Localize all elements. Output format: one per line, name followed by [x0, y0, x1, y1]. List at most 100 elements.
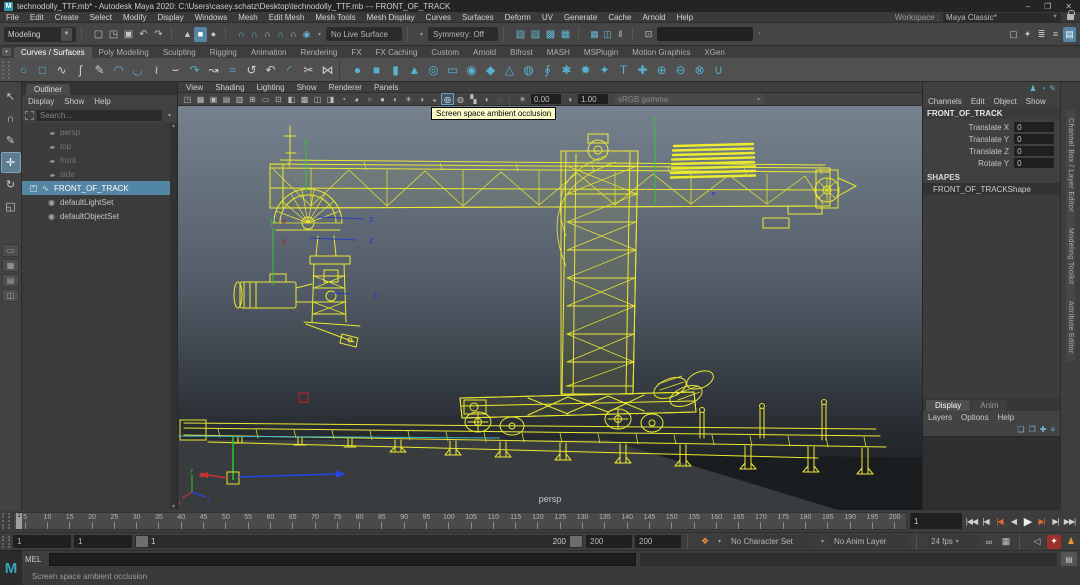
- bookmarks-icon[interactable]: ▤: [220, 93, 233, 105]
- cut-curve-icon[interactable]: ✂: [299, 60, 318, 79]
- group-separator[interactable]: [407, 27, 412, 42]
- go-to-end-button[interactable]: ▶▶|: [1063, 514, 1076, 529]
- new-scene-icon[interactable]: ▢: [91, 27, 106, 42]
- step-back-key-button[interactable]: |◀: [993, 514, 1006, 529]
- range-start-handle[interactable]: [136, 536, 148, 547]
- dock-tab[interactable]: Modeling Toolkit: [1066, 220, 1075, 292]
- live-surface-field[interactable]: No Live Surface: [326, 27, 402, 41]
- type-tool-icon[interactable]: T: [614, 60, 633, 79]
- time-tick[interactable]: 80: [348, 513, 370, 529]
- layer-list-area[interactable]: [923, 436, 1060, 510]
- boolean-union-icon[interactable]: ⊕: [652, 60, 671, 79]
- nurbs-square-icon[interactable]: □: [33, 60, 52, 79]
- viewport-menu-item[interactable]: Shading: [215, 83, 244, 92]
- shelf-menu-button[interactable]: ▾: [2, 48, 11, 56]
- time-tick[interactable]: 35: [148, 513, 170, 529]
- expander-icon[interactable]: +: [30, 185, 37, 192]
- shelf-grip[interactable]: [2, 61, 10, 79]
- boolean-difference-icon[interactable]: ⊖: [671, 60, 690, 79]
- chevron-down-icon[interactable]: ▾: [165, 112, 174, 119]
- outliner-item[interactable]: + FRONT_OF_TRACK: [22, 181, 177, 195]
- film-gate-icon[interactable]: ▭: [259, 93, 272, 105]
- textured-mode-icon[interactable]: ◐: [389, 93, 402, 105]
- time-tick[interactable]: 145: [638, 513, 660, 529]
- layout-four-pane[interactable]: ▦: [2, 259, 19, 272]
- gamma-icon[interactable]: ◑: [563, 93, 576, 105]
- maximize-button[interactable]: ❐: [1044, 2, 1051, 11]
- layer-editor-menu-item[interactable]: Help: [998, 413, 1014, 422]
- outliner-item[interactable]: defaultLightSet: [22, 195, 177, 209]
- group-separator[interactable]: [578, 27, 583, 42]
- channel-box-toggle-icon[interactable]: ▤: [1063, 27, 1076, 42]
- viewport-menu-item[interactable]: Show: [297, 83, 317, 92]
- safe-title-icon[interactable]: ◨: [324, 93, 337, 105]
- view-transform-selector[interactable]: sRGB gamma ▾: [614, 94, 764, 105]
- grip-handle[interactable]: [2, 536, 10, 548]
- step-forward-key-button[interactable]: ▶|: [1035, 514, 1048, 529]
- move-tool[interactable]: ✛: [1, 152, 21, 173]
- layer-from-selected-icon[interactable]: ❐: [1029, 425, 1036, 434]
- playback-loop-icon[interactable]: ∞: [982, 535, 996, 549]
- use-all-lights-icon[interactable]: ☀: [402, 93, 415, 105]
- outliner-item[interactable]: defaultObjectSet: [22, 209, 177, 223]
- outliner-search-input[interactable]: [37, 110, 162, 121]
- chevron-down-icon[interactable]: ▾: [715, 538, 724, 545]
- time-tick[interactable]: 20: [81, 513, 103, 529]
- layout-outliner-persp[interactable]: ◫: [2, 289, 19, 302]
- time-tick[interactable]: 140: [616, 513, 638, 529]
- safe-action-icon[interactable]: ◫: [311, 93, 324, 105]
- scroll-down-icon[interactable]: ▼: [171, 504, 176, 510]
- animation-start-field[interactable]: 1: [13, 535, 71, 548]
- outliner-menu-item[interactable]: Show: [64, 97, 84, 106]
- empty-layer-icon[interactable]: ❏: [1017, 425, 1024, 434]
- select-by-hierarchy-icon[interactable]: ▲: [181, 27, 194, 42]
- channel-box-dock-icon[interactable]: ♟: [1029, 84, 1036, 93]
- menu-set-selector[interactable]: Modeling ▼: [4, 27, 76, 42]
- layer-editor-tab[interactable]: Anim: [971, 400, 1007, 411]
- filter-icon[interactable]: [25, 111, 34, 120]
- gamma-field[interactable]: 1.00: [578, 94, 608, 104]
- attach-curves-icon[interactable]: ≀: [147, 60, 166, 79]
- view-cube-icon[interactable]: ◳: [181, 93, 194, 105]
- offset-curve-icon[interactable]: ≈: [223, 60, 242, 79]
- boolean-intersect-icon[interactable]: ⊗: [690, 60, 709, 79]
- layer-dock-icon[interactable]: ◔: [1041, 84, 1046, 93]
- workspace-selector[interactable]: Maya Classic* ▼: [943, 13, 1061, 22]
- menu-item[interactable]: Select: [90, 13, 112, 22]
- shelf-tab[interactable]: XGen: [697, 47, 731, 58]
- channel-box-menu-item[interactable]: Channels: [928, 97, 962, 106]
- time-tick[interactable]: 50: [215, 513, 237, 529]
- select-by-component-icon[interactable]: ●: [207, 27, 220, 42]
- image-plane-icon[interactable]: ▥: [233, 93, 246, 105]
- time-tick[interactable]: 180: [794, 513, 816, 529]
- time-tick[interactable]: 110: [482, 513, 504, 529]
- time-tick[interactable]: 175: [772, 513, 794, 529]
- shelf-tab[interactable]: MASH: [540, 47, 577, 58]
- time-tick[interactable]: 40: [170, 513, 192, 529]
- tool-settings-toggle-icon[interactable]: ≡: [1049, 27, 1062, 42]
- play-backwards-button[interactable]: ◀: [1007, 514, 1020, 529]
- time-tick[interactable]: 135: [594, 513, 616, 529]
- snap-to-projected-center-icon[interactable]: ∩: [274, 27, 287, 42]
- time-tick[interactable]: 170: [750, 513, 772, 529]
- chevron-down-icon[interactable]: ▾: [315, 31, 324, 38]
- outliner-menu-item[interactable]: Display: [28, 97, 54, 106]
- channel-box-menu-item[interactable]: Edit: [971, 97, 985, 106]
- three-point-arc-icon[interactable]: ◠: [109, 60, 128, 79]
- step-forward-frame-button[interactable]: ▶|: [1049, 514, 1062, 529]
- motion-blur-icon[interactable]: ◍: [454, 93, 467, 105]
- poly-gear-icon[interactable]: ✱: [557, 60, 576, 79]
- menu-item[interactable]: Edit Mesh: [269, 13, 305, 22]
- poly-disc-icon[interactable]: ◉: [462, 60, 481, 79]
- shaded-mode-icon[interactable]: ●: [376, 93, 389, 105]
- animation-end-field[interactable]: 200: [635, 535, 681, 548]
- snap-to-grid-icon[interactable]: ∩: [235, 27, 248, 42]
- menu-item[interactable]: Mesh Tools: [315, 13, 355, 22]
- workspace-lock-icon[interactable]: [1067, 14, 1074, 20]
- pose-dock-icon[interactable]: ✎: [1049, 84, 1056, 93]
- sculpt-icon[interactable]: ✦: [595, 60, 614, 79]
- lasso-tool[interactable]: ∩: [1, 108, 21, 129]
- current-frame-field[interactable]: 1: [910, 513, 962, 529]
- current-time-marker[interactable]: 1: [16, 513, 22, 529]
- ipr-render-icon[interactable]: ▩: [543, 27, 558, 42]
